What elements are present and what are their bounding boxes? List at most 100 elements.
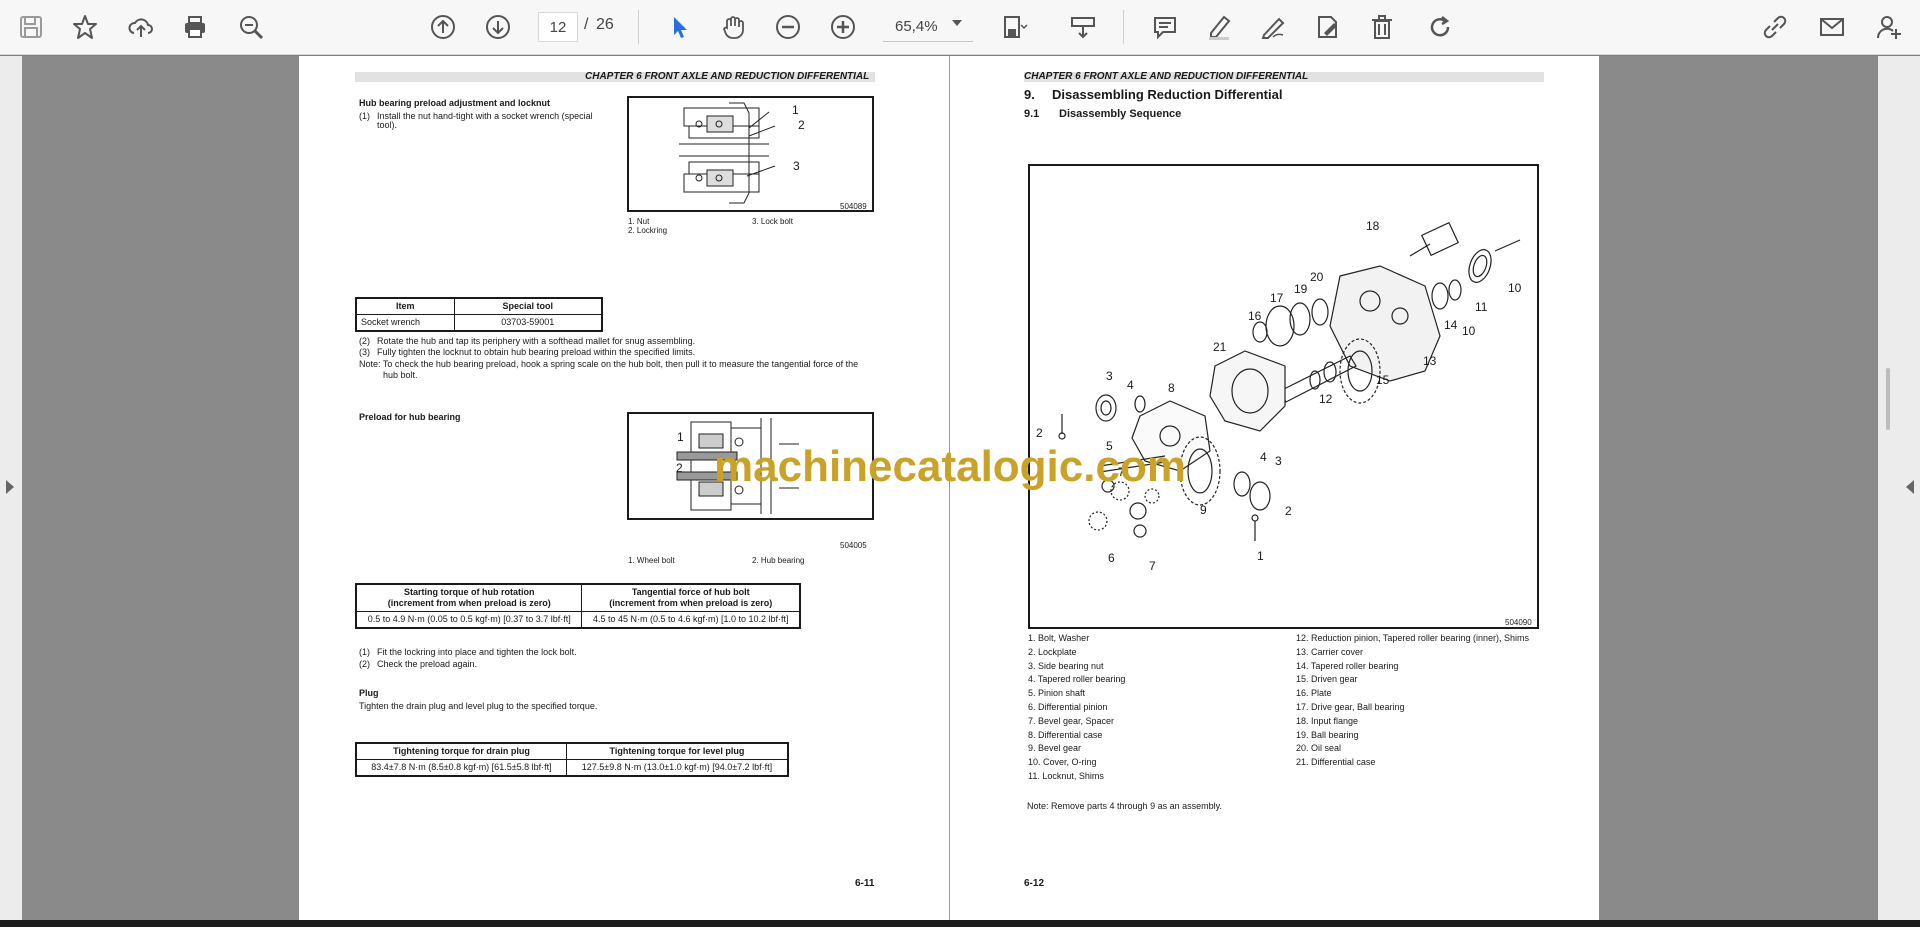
legend-item: 2. Lockplate	[1028, 646, 1077, 657]
legend-item: 11. Locknut, Shims	[1028, 770, 1104, 781]
note-text-cont: hub bolt.	[383, 370, 418, 380]
fig-callout-2b: 2	[1285, 504, 1292, 518]
legend-item: 10. Cover, O-ring	[1028, 757, 1097, 768]
legend-item: 4. Tapered roller bearing	[1028, 674, 1126, 685]
expand-right-panel-icon[interactable]	[1906, 480, 1914, 494]
fig-callout-19: 19	[1294, 282, 1308, 296]
fig-callout-20: 20	[1310, 270, 1324, 284]
select-cursor-icon[interactable]	[662, 10, 696, 44]
subheading: Disassembly Sequence	[1059, 108, 1182, 120]
fig1-legend-item: 3. Lock bolt	[752, 217, 793, 226]
fig-callout-15: 15	[1376, 373, 1390, 387]
expand-left-panel-icon[interactable]	[6, 480, 14, 494]
page-number-input[interactable]: 12	[538, 12, 578, 42]
table-header-line: Tangential force of hub bolt	[631, 587, 750, 597]
fig-callout-14: 14	[1444, 318, 1458, 332]
table-cell: Socket wrench	[355, 314, 455, 332]
legend-left-list: 1. Bolt, Washer 2. Lockplate 3. Side bea…	[1028, 632, 1125, 784]
page-total: 26	[596, 16, 614, 33]
legend-item: 6. Differential pinion	[1028, 701, 1108, 712]
page-up-icon[interactable]	[426, 10, 460, 44]
page-number: 6-12	[1024, 878, 1045, 889]
table-header-line: (increment from when preload is zero)	[387, 598, 551, 608]
legend-item: 7. Bevel gear, Spacer	[1028, 715, 1115, 726]
step-number: (2)	[359, 336, 370, 346]
fig1-callout-2: 2	[798, 118, 805, 132]
note-text: Note: Remove parts 4 through 9 as an ass…	[1027, 801, 1222, 811]
fig-callout-11: 11	[1475, 300, 1488, 314]
table-header-line: (increment from when preload is zero)	[609, 598, 773, 608]
body-text: Tighten the drain plug and level plug to…	[359, 701, 598, 711]
chevron-down-icon[interactable]	[952, 20, 962, 26]
table-header: Tightening torque for drain plug	[355, 742, 567, 760]
mail-icon[interactable]	[1815, 10, 1849, 44]
watermark-text: machinecatalogic.com	[714, 442, 1186, 491]
star-icon[interactable]	[68, 10, 102, 44]
fig1-legend-item: 2. Lockring	[628, 226, 668, 235]
zoom-level-select[interactable]: 65,4%	[883, 12, 973, 42]
legend-item: 1. Bolt, Washer	[1028, 633, 1090, 643]
table-header-line: Starting torque of hub rotation	[404, 587, 535, 597]
chapter-title: CHAPTER 6 FRONT AXLE AND REDUCTION DIFFE…	[1024, 71, 1309, 82]
step-text: Install the nut hand-tight with a socket…	[377, 111, 593, 121]
page-down-icon[interactable]	[481, 10, 515, 44]
fig-callout-1: 1	[1257, 549, 1264, 563]
legend-item: 8. Differential case	[1028, 729, 1103, 740]
step-number: (1)	[359, 647, 370, 657]
delete-icon[interactable]	[1365, 10, 1399, 44]
legend-right-list: 12. Reduction pinion, Tapered roller bea…	[1296, 632, 1529, 770]
fig-callout-3: 3	[1106, 369, 1113, 383]
toolbar-divider	[638, 10, 639, 44]
fig1-code: 504089	[840, 202, 867, 211]
chapter-title: CHAPTER 6 FRONT AXLE AND REDUCTION DIFFE…	[585, 71, 870, 82]
search-zoom-icon[interactable]	[234, 10, 268, 44]
table-cell: 83.4±7.8 N·m (8.5±0.8 kgf·m) [61.5±5.8 l…	[355, 759, 567, 777]
legend-item: 16. Plate	[1296, 688, 1332, 699]
save-icon[interactable]	[14, 10, 48, 44]
upload-cloud-icon[interactable]	[124, 10, 158, 44]
step-number: (3)	[359, 347, 370, 357]
comment-icon[interactable]	[1148, 10, 1182, 44]
table-header: Tightening torque for level plug	[565, 742, 789, 760]
draw-icon[interactable]	[1256, 10, 1290, 44]
page-view-icon[interactable]	[997, 10, 1031, 44]
step-text: Fit the lockring into place and tighten …	[377, 647, 577, 657]
fig-callout-17: 17	[1270, 291, 1284, 305]
zoom-out-icon[interactable]	[771, 10, 805, 44]
link-icon[interactable]	[1758, 10, 1792, 44]
table-cell: 0.5 to 4.9 N·m (0.05 to 0.5 kgf·m) [0.37…	[355, 611, 583, 629]
scroll-mode-icon[interactable]	[1066, 10, 1100, 44]
table-header: Tangential force of hub bolt (increment f…	[581, 583, 801, 612]
table-header: Starting torque of hub rotation (incremen…	[355, 583, 583, 612]
table-header: Item	[355, 297, 455, 315]
legend-item: 21. Differential case	[1296, 757, 1376, 768]
zoom-in-icon[interactable]	[826, 10, 860, 44]
fig-callout-2: 2	[1036, 426, 1043, 440]
scrollbar-thumb[interactable]	[1886, 368, 1890, 430]
legend-item: 13. Carrier cover	[1296, 646, 1364, 657]
add-user-icon[interactable]	[1872, 10, 1906, 44]
fig-callout-18: 18	[1366, 219, 1380, 233]
legend-item: 18. Input flange	[1296, 715, 1359, 726]
table-cell: 03703-59001	[453, 314, 603, 332]
figure-exploded-differential	[1028, 164, 1539, 629]
rotate-icon[interactable]	[1423, 10, 1457, 44]
hand-pan-icon[interactable]	[716, 10, 750, 44]
section-heading: Plug	[359, 688, 379, 698]
section-heading: Preload for hub bearing	[359, 412, 461, 422]
highlight-pen-icon[interactable]	[1202, 10, 1236, 44]
print-icon[interactable]	[178, 10, 212, 44]
heading-number: 9.	[1024, 87, 1035, 102]
note-text: Note: To check the hub bearing preload, …	[359, 359, 859, 369]
fig2-code: 504005	[840, 541, 867, 550]
table-header: Special tool	[453, 297, 603, 315]
fill-sign-icon[interactable]	[1311, 10, 1345, 44]
page-number: 6-11	[855, 878, 875, 889]
fig-callout-12: 12	[1319, 392, 1333, 406]
legend-item: 17. Drive gear, Ball bearing	[1296, 701, 1405, 712]
fig-callout-21: 21	[1213, 340, 1227, 354]
fig2-callout-2: 2	[676, 461, 683, 475]
legend-item: 3. Side bearing nut	[1028, 660, 1104, 671]
fig-callout-10: 10	[1508, 281, 1522, 295]
figure-hub-nut	[627, 96, 874, 212]
